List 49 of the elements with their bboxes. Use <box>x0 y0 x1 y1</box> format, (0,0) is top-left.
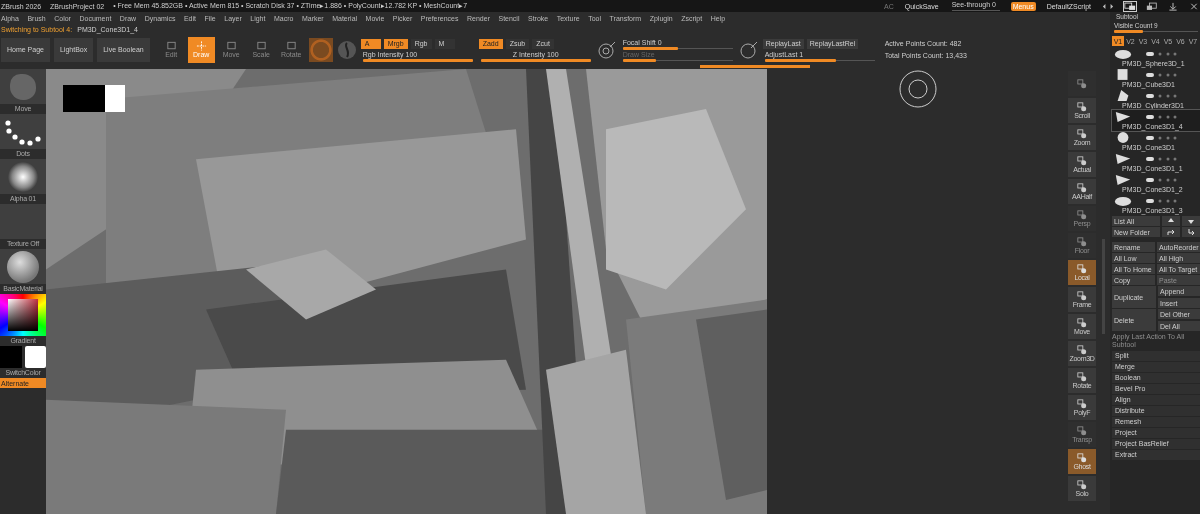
view-tool-icon <box>1076 129 1088 139</box>
view-tool-icon <box>1076 156 1088 166</box>
color-swatch[interactable] <box>24 346 46 368</box>
color-swatch[interactable] <box>0 346 22 368</box>
color-indicator <box>63 85 125 112</box>
arrow-down-icon[interactable] <box>1182 216 1200 226</box>
view-tool-icon <box>1076 345 1088 355</box>
subtool-thumbnail-icon <box>1114 173 1132 186</box>
view-tool-icon <box>1076 291 1088 301</box>
square-icon <box>255 41 267 51</box>
view-tool-icon <box>1076 318 1088 328</box>
subtool-thumbnail-icon <box>1114 194 1132 207</box>
alpha-preview-icon <box>8 161 38 192</box>
saturation-field[interactable] <box>8 299 38 331</box>
material-sphere-icon <box>7 250 39 283</box>
view-tool-icon <box>1076 264 1088 274</box>
view-tool-icon <box>1076 78 1088 89</box>
monitor-icon[interactable] <box>1123 0 1137 12</box>
material-thumbnail[interactable] <box>0 249 46 284</box>
view-tool-icon <box>1076 237 1088 247</box>
view-tool-icon <box>1076 453 1088 463</box>
square-icon <box>285 41 297 51</box>
brush-preview-icon <box>10 73 36 100</box>
square-icon <box>165 41 177 51</box>
subtool-thumbnail-icon <box>1114 152 1132 165</box>
view-tool-icon <box>1076 102 1088 112</box>
subtool-thumbnail-icon <box>1114 110 1132 123</box>
texture-thumbnail[interactable] <box>0 204 46 239</box>
alpha-thumbnail[interactable] <box>0 159 46 194</box>
brush-icon[interactable] <box>738 39 759 60</box>
crosshair-icon <box>195 41 207 51</box>
navigation-gizmo-icon[interactable] <box>898 69 938 109</box>
color-picker[interactable] <box>0 294 46 336</box>
material-swatch[interactable] <box>308 37 333 62</box>
view-tool-icon <box>1076 372 1088 382</box>
windows-icon[interactable] <box>1146 1 1158 11</box>
view-tool-icon <box>1076 210 1088 220</box>
subtool-thumbnail-icon <box>1114 47 1132 60</box>
view-tool-icon <box>1076 183 1088 193</box>
view-tool-icon <box>1076 426 1088 436</box>
brush-thumbnail[interactable] <box>0 69 46 104</box>
view-tool-icon <box>1076 399 1088 409</box>
square-icon <box>225 41 237 51</box>
download-icon[interactable] <box>1167 1 1179 11</box>
stroke-thumbnail[interactable] <box>0 114 46 149</box>
arrow-up-icon[interactable] <box>1162 216 1180 226</box>
view-tool-icon <box>1076 480 1088 490</box>
focal-icon[interactable] <box>596 39 617 60</box>
close-icon[interactable] <box>1188 1 1200 11</box>
